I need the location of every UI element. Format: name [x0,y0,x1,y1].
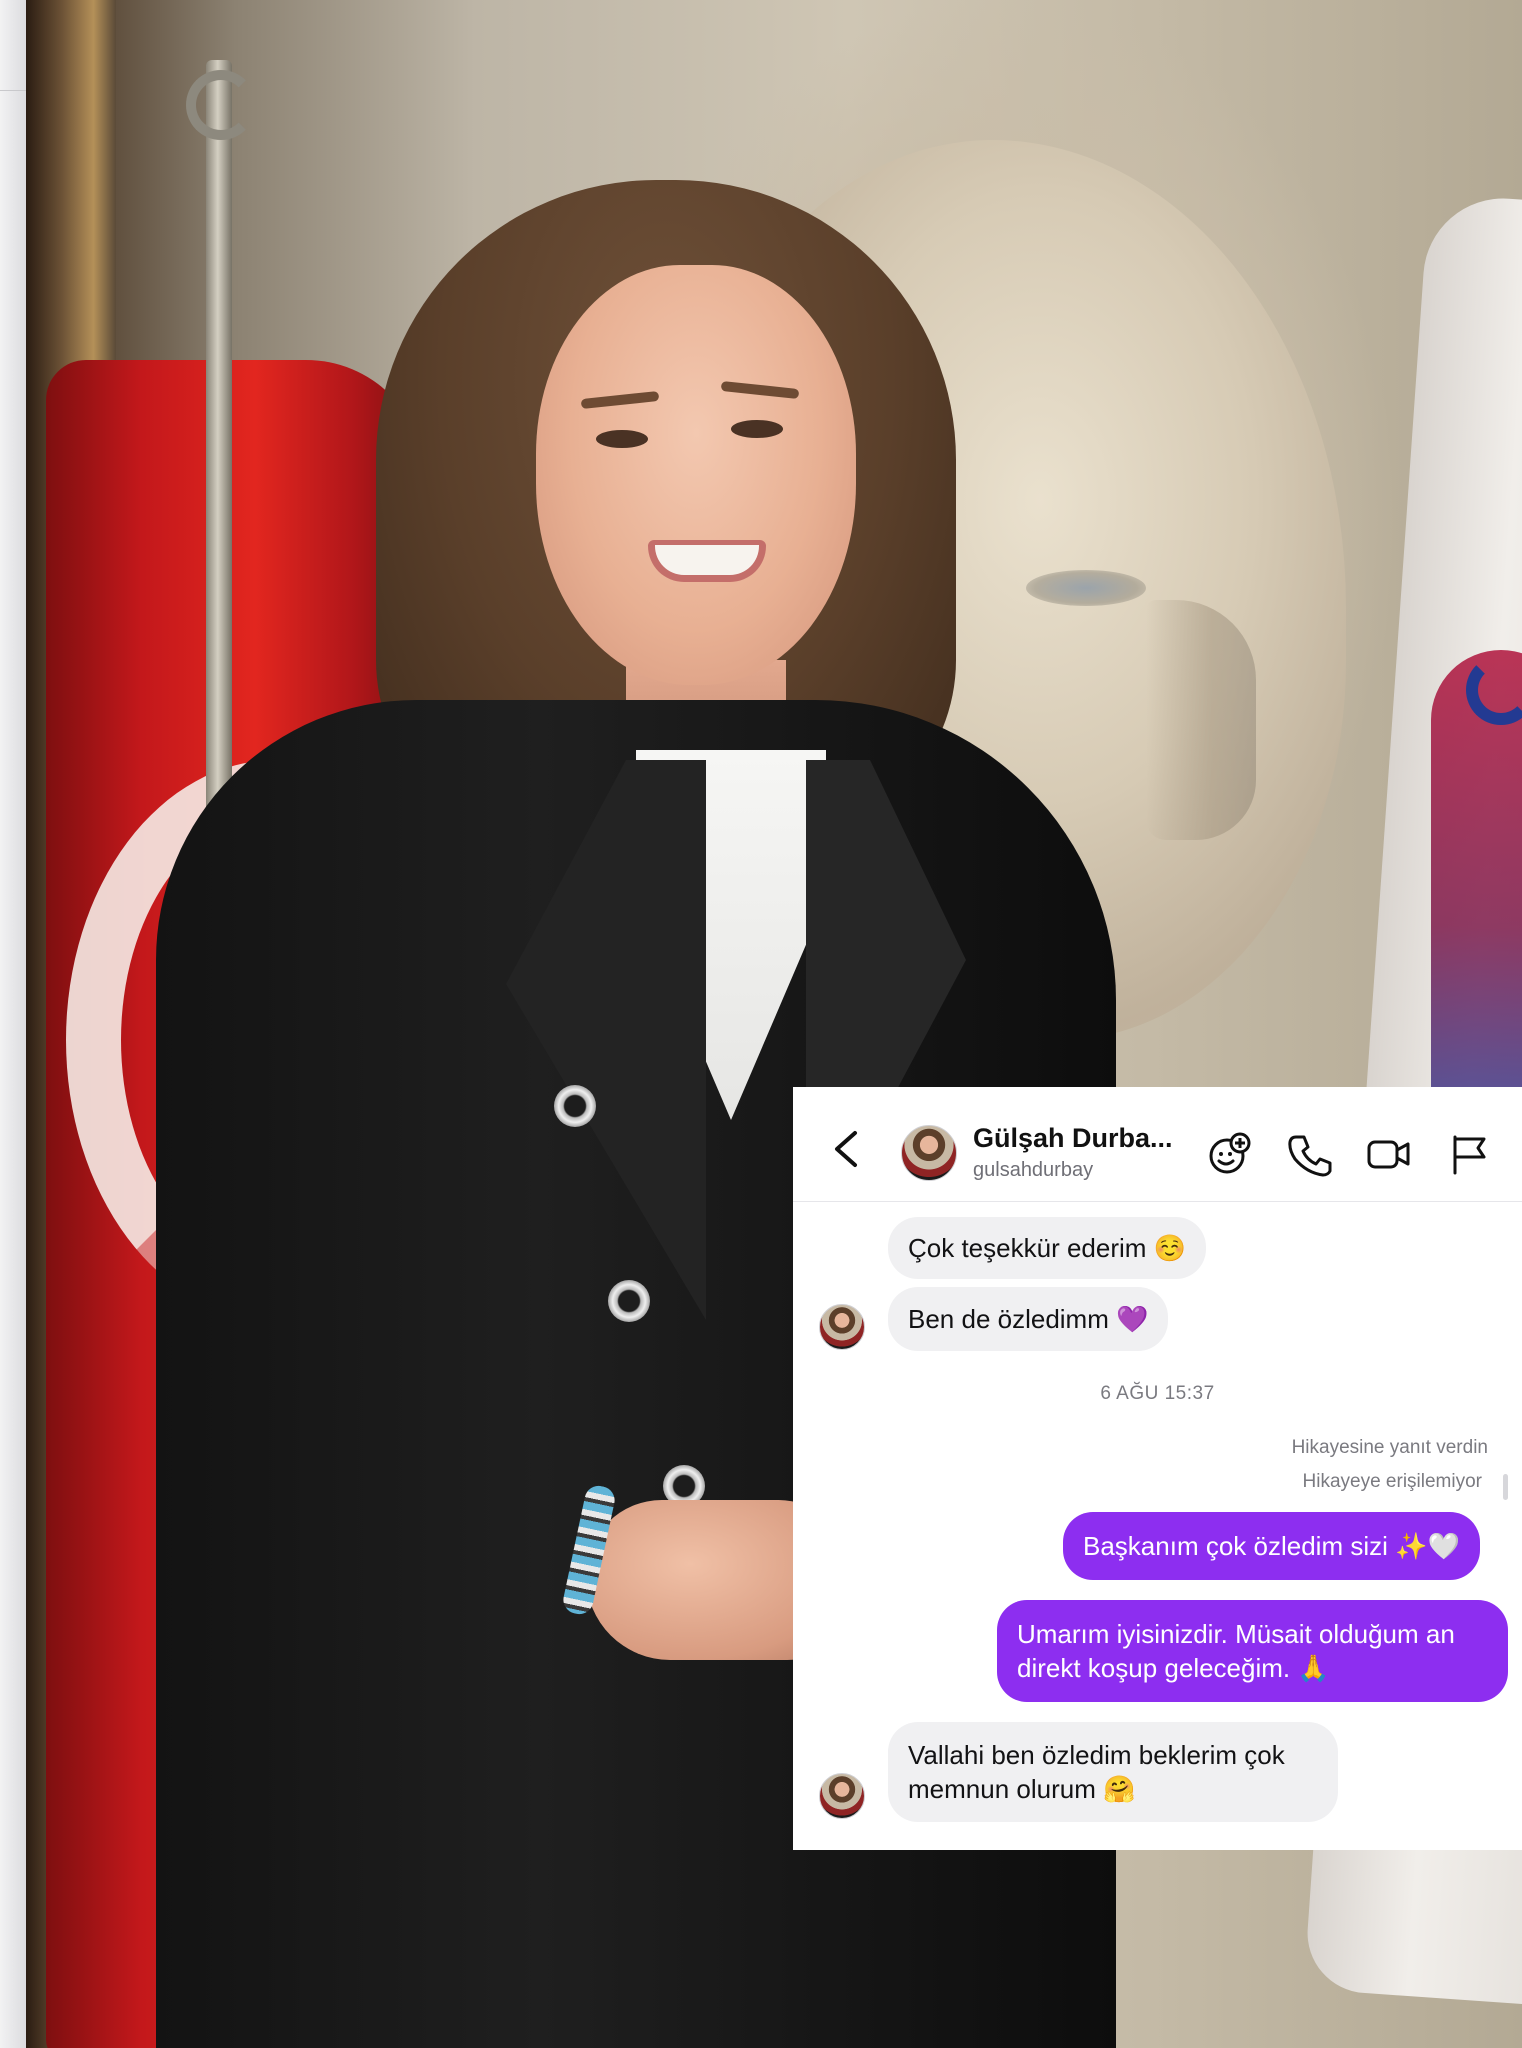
add-sticker-icon[interactable] [1206,1131,1252,1177]
window-edge [0,0,26,2048]
avatar[interactable] [901,1125,957,1181]
person-smile [648,540,766,582]
outgoing-message[interactable]: Umarım iyisinizdir. Müsait olduğum an di… [997,1600,1508,1702]
message-line: Umarım iyisinizdir. Müsait olduğum an [1017,1619,1455,1649]
flag-icon[interactable] [1446,1131,1492,1177]
chat-panel: Gülşah Durba... gulsahdurbay Çok teşekkü… [793,1087,1522,1850]
flag-pole-crescent [186,70,256,140]
story-reply-note: Hikayesine yanıt verdin [1291,1437,1488,1458]
message-timestamp: 6 AĞU 15:37 [1100,1383,1215,1404]
avatar[interactable] [819,1773,865,1819]
message-line: Vallahi ben özledim beklerim çok [908,1740,1285,1770]
background-portrait-nose [1146,600,1256,840]
avatar[interactable] [819,1304,865,1350]
message-line: memnun olurum 🤗 [908,1774,1136,1804]
contact-username: gulsahdurbay [973,1159,1094,1181]
contact-name[interactable]: Gülşah Durba... [973,1123,1183,1155]
blazer-button [554,1085,596,1127]
video-icon[interactable] [1366,1131,1412,1177]
chat-header: Gülşah Durba... gulsahdurbay [793,1087,1522,1202]
message-line: direkt koşup geleceğim. 🙏 [1017,1653,1330,1683]
blazer-button [608,1280,650,1322]
phone-icon[interactable] [1286,1131,1332,1177]
back-icon[interactable] [831,1129,861,1169]
person-eye [731,420,783,438]
story-unavailable-note: Hikayeye erişilemiyor [1302,1471,1483,1492]
outgoing-message[interactable]: Başkanım çok özledim sizi ✨🤍 [1063,1512,1480,1580]
incoming-message[interactable]: Ben de özledimm 💜 [888,1287,1169,1351]
incoming-message[interactable]: Vallahi ben özledim beklerim çok memnun … [888,1722,1338,1822]
incoming-message[interactable]: Çok teşekkür ederim ☺️ [888,1217,1207,1279]
background-portrait-eye [1026,570,1146,606]
person-eye [596,430,648,448]
reply-indicator [1503,1474,1508,1500]
person-face [536,265,856,685]
